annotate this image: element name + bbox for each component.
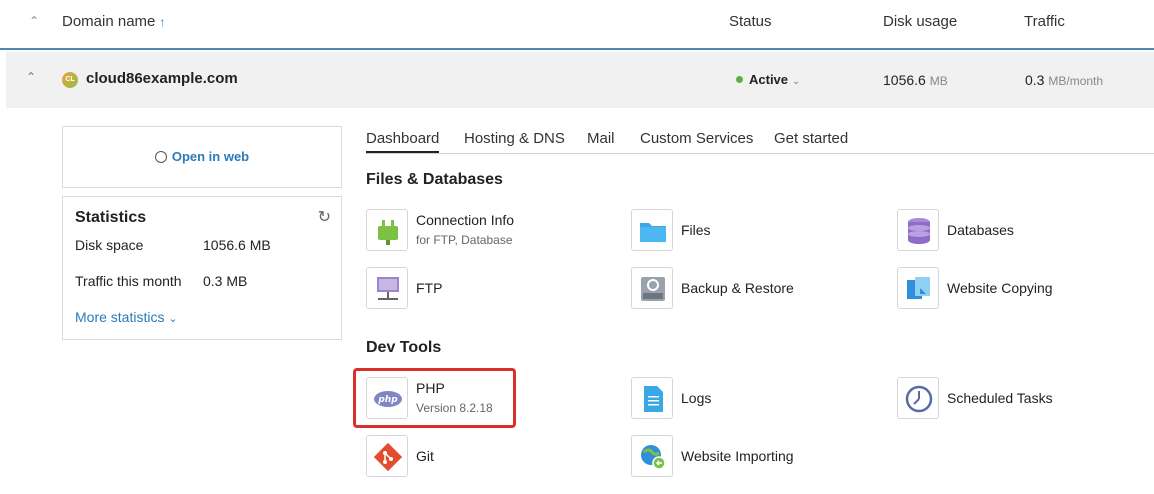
disk-usage-value: 1056.6 MB — [883, 72, 948, 88]
website-importing-title: Website Importing — [681, 448, 794, 464]
traffic-value: 0.3 MB/month — [1025, 72, 1104, 88]
tab-bar: Dashboard Hosting & DNS Mail Custom Serv… — [366, 128, 1154, 154]
ftp-tile[interactable]: FTP — [366, 267, 566, 311]
website-copying-tile[interactable]: Website Copying — [897, 267, 1117, 311]
clock-icon — [897, 377, 939, 419]
status-column[interactable]: Status — [729, 13, 772, 30]
git-tile[interactable]: Git — [366, 435, 516, 479]
copy-icon — [897, 267, 939, 309]
open-in-web-link[interactable]: Open in web — [63, 149, 341, 164]
backup-restore-tile[interactable]: Backup & Restore — [631, 267, 851, 311]
connection-info-title: Connection Info — [416, 212, 515, 228]
collapse-all-icon[interactable]: ⌃ — [26, 14, 42, 30]
backup-icon — [631, 267, 673, 309]
website-copying-title: Website Copying — [947, 280, 1053, 296]
tab-mail[interactable]: Mail — [587, 130, 615, 147]
chevron-down-icon: ⌄ — [792, 76, 801, 87]
disk-space-label: Disk space — [75, 237, 144, 253]
tab-custom-services[interactable]: Custom Services — [640, 130, 753, 147]
connection-info-tile[interactable]: Connection Info for FTP, Database — [366, 209, 586, 253]
domain-favicon: CL — [62, 72, 78, 88]
backup-restore-title: Backup & Restore — [681, 280, 794, 296]
git-title: Git — [416, 448, 434, 464]
log-file-icon — [631, 377, 673, 419]
tab-get-started[interactable]: Get started — [774, 130, 848, 147]
dev-tools-heading: Dev Tools — [366, 339, 442, 356]
traffic-month-value: 0.3 MB — [203, 273, 248, 289]
globe-icon — [154, 151, 167, 163]
tab-hosting-dns[interactable]: Hosting & DNS — [464, 130, 565, 147]
table-header: ⌃ Domain name ↑ Status Disk usage Traffic — [0, 0, 1154, 50]
globe-import-icon — [631, 435, 673, 477]
ftp-icon — [366, 267, 408, 309]
files-title: Files — [681, 222, 711, 238]
open-in-web-card: Open in web — [62, 126, 342, 188]
status-dropdown[interactable]: Active ⌄ — [736, 72, 800, 87]
tab-dashboard[interactable]: Dashboard — [366, 130, 440, 153]
databases-title: Databases — [947, 222, 1014, 238]
chevron-down-icon: ⌄ — [168, 313, 178, 325]
scheduled-tasks-title: Scheduled Tasks — [947, 390, 1053, 406]
traffic-column[interactable]: Traffic — [1024, 13, 1065, 30]
sort-asc-icon: ↑ — [159, 15, 166, 29]
traffic-label: Traffic this month — [75, 273, 182, 289]
status-dot-icon — [736, 76, 743, 83]
logs-title: Logs — [681, 390, 712, 406]
plug-icon — [366, 209, 408, 251]
databases-tile[interactable]: Databases — [897, 209, 1097, 253]
ftp-title: FTP — [416, 280, 443, 296]
more-statistics-link[interactable]: More statistics ⌄ — [75, 309, 178, 325]
git-icon — [366, 435, 408, 477]
database-icon — [897, 209, 939, 251]
domain-row[interactable]: ⌃ CL cloud86example.com Active ⌄ 1056.6 M… — [6, 52, 1154, 108]
files-tile[interactable]: Files — [631, 209, 831, 253]
domain-name-column[interactable]: Domain name ↑ — [62, 13, 165, 30]
disk-usage-column[interactable]: Disk usage — [883, 13, 957, 30]
scheduled-tasks-tile[interactable]: Scheduled Tasks — [897, 377, 1117, 421]
refresh-icon[interactable]: ↻ — [318, 207, 331, 227]
logs-tile[interactable]: Logs — [631, 377, 831, 421]
statistics-card: Statistics ↻ Disk space 1056.6 MB Traffi… — [62, 196, 342, 340]
domain-name[interactable]: cloud86example.com — [86, 70, 238, 87]
disk-space-value: 1056.6 MB — [203, 237, 271, 253]
connection-info-subtitle: for FTP, Database — [416, 233, 513, 247]
statistics-title: Statistics — [75, 209, 147, 226]
website-importing-tile[interactable]: Website Importing — [631, 435, 851, 479]
php-highlight-box — [353, 368, 516, 428]
files-databases-heading: Files & Databases — [366, 171, 503, 188]
folder-icon — [631, 209, 673, 251]
collapse-row-icon[interactable]: ⌃ — [26, 70, 36, 84]
